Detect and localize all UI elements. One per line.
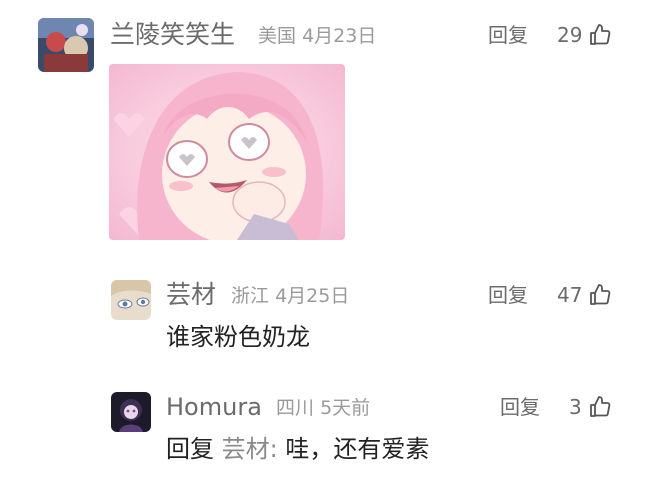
location: 美国	[258, 25, 297, 47]
like-count: 47	[557, 283, 583, 307]
comment-meta: 浙江 4月25日	[231, 282, 349, 310]
location: 浙江	[231, 285, 270, 307]
like-button[interactable]: 47	[557, 281, 612, 309]
like-count: 3	[569, 395, 582, 419]
thumbs-up-icon	[588, 23, 612, 47]
reply-button[interactable]: 回复	[500, 393, 540, 421]
location: 四川	[276, 397, 315, 419]
comment-text: 谁家粉色奶龙	[166, 323, 310, 351]
username[interactable]: 兰陵笑笑生	[110, 18, 235, 52]
sticker-image[interactable]	[109, 64, 345, 240]
username[interactable]: Homura	[166, 390, 262, 424]
reply-button[interactable]: 回复	[488, 21, 528, 49]
thumbs-up-icon	[588, 395, 612, 419]
like-button[interactable]: 29	[557, 21, 612, 49]
comment-text: 回复 芸材: 哇，还有爱素	[166, 432, 429, 466]
reply-prefix: 回复	[166, 435, 214, 463]
avatar[interactable]	[111, 280, 151, 320]
comment-meta: 四川 5天前	[276, 394, 370, 422]
reply-body: 哇，还有爱素	[285, 435, 430, 463]
comment-date: 5天前	[320, 397, 371, 419]
thumbs-up-icon	[588, 283, 612, 307]
like-button[interactable]: 3	[569, 393, 612, 421]
comment-meta: 美国 4月23日	[258, 22, 376, 50]
avatar[interactable]	[111, 392, 151, 432]
like-count: 29	[557, 23, 583, 47]
avatar[interactable]	[38, 18, 94, 72]
username[interactable]: 芸材	[166, 278, 216, 312]
reply-mention[interactable]: 芸材:	[222, 435, 278, 463]
reply-button[interactable]: 回复	[488, 281, 528, 309]
comment-date: 4月25日	[275, 285, 350, 307]
comment-date: 4月23日	[302, 25, 377, 47]
